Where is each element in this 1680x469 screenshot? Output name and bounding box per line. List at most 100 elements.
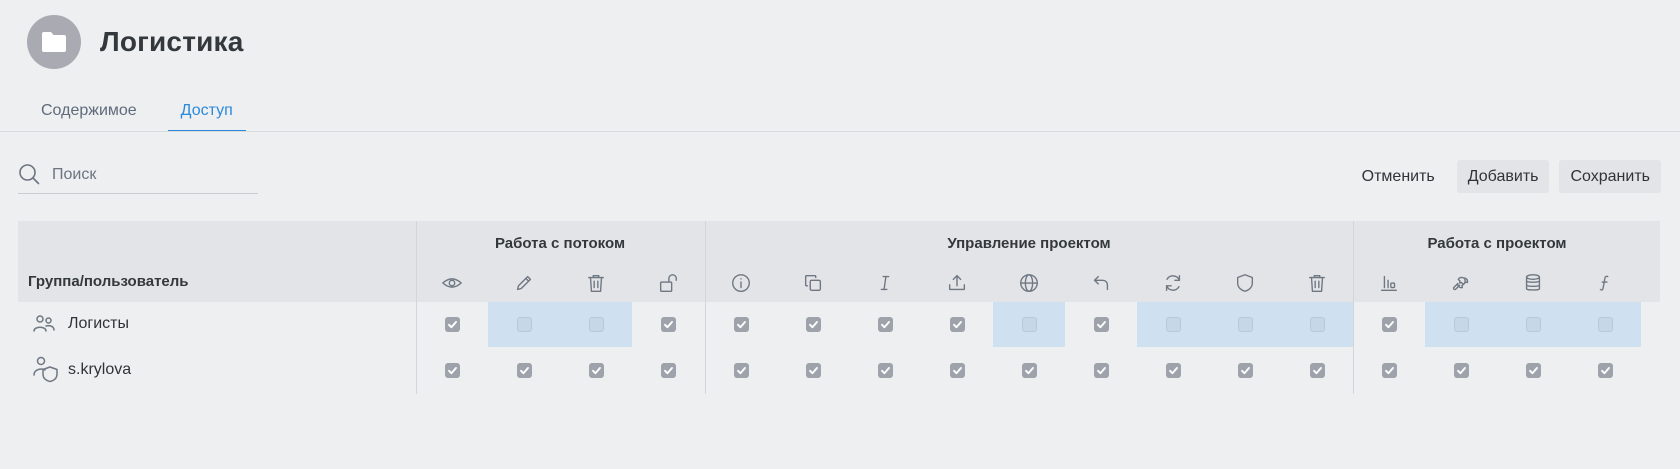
checkbox-checked[interactable] [877,363,893,378]
permission-column-header [849,273,921,297]
tabs-divider [0,131,1680,132]
permission-cell [1065,348,1137,393]
permission-cell [560,348,632,393]
user-column-header: Группа/пользователь [28,273,189,290]
checkbox-unchecked[interactable] [1453,317,1469,332]
permission-cell [1137,348,1209,393]
checkbox-checked[interactable] [1309,363,1325,378]
checkbox-unchecked[interactable] [1597,317,1613,332]
checkbox-unchecked[interactable] [1237,317,1253,332]
permission-cell [705,348,777,393]
permission-cell [705,302,777,347]
checkbox-checked[interactable] [444,317,460,332]
permission-column-header [705,273,777,297]
group-title: Работа с проектом [1427,235,1567,252]
italic-icon [874,272,896,299]
permission-cell [993,302,1065,347]
checkbox-checked[interactable] [1237,363,1253,378]
add-button[interactable]: Добавить [1456,160,1550,193]
permission-cell [1497,302,1569,347]
checkbox-unchecked[interactable] [1165,317,1181,332]
permission-column-header [416,273,488,297]
permission-cell [560,302,632,347]
checkbox-checked[interactable] [949,363,965,378]
permission-cell [1425,302,1497,347]
cancel-button[interactable]: Отменить [1350,160,1447,193]
permission-cell [777,348,849,393]
checkbox-checked[interactable] [660,363,676,378]
shield-icon [1234,272,1256,299]
permission-cell [1281,348,1353,393]
permission-column-header [993,273,1065,297]
action-buttons: Отменить Добавить Сохранить [1350,160,1661,193]
checkbox-unchecked[interactable] [1021,317,1037,332]
checkbox-checked[interactable] [660,317,676,332]
checkbox-checked[interactable] [588,363,604,378]
permission-cell [1353,348,1425,393]
checkbox-checked[interactable] [1381,317,1397,332]
permission-column-header [560,273,632,297]
checkbox-checked[interactable] [805,317,821,332]
search-input[interactable] [52,163,242,184]
checkbox-unchecked[interactable] [1309,317,1325,332]
permission-cell [416,302,488,347]
permissions-table: Группа/пользователь Работа с потоком Упра… [18,221,1660,394]
checkbox-checked[interactable] [444,363,460,378]
copy-icon [802,272,824,299]
group-users-icon [32,312,56,341]
permission-cell [488,348,560,393]
checkbox-checked[interactable] [949,317,965,332]
group-title: Управление проектом [947,235,1111,252]
permission-column-header [632,273,704,297]
checkbox-checked[interactable] [1453,363,1469,378]
row-name: s.krylova [68,361,132,378]
checkbox-checked[interactable] [1381,363,1397,378]
checkbox-checked[interactable] [516,363,532,378]
checkbox-checked[interactable] [733,363,749,378]
page-title: Логистика [100,26,244,57]
permission-cell [993,348,1065,393]
search-icon [18,163,40,190]
permission-cell [1065,302,1137,347]
tab-access[interactable]: Доступ [167,92,246,132]
checkbox-checked[interactable] [1597,363,1613,378]
database-icon [1522,272,1544,299]
pencil-icon [513,272,535,299]
permission-column-header [1569,273,1641,297]
search-box [18,163,258,194]
undo-icon [1090,272,1112,299]
permission-column-header [1425,273,1497,297]
user-shield-icon [32,355,60,388]
checkbox-checked[interactable] [1165,363,1181,378]
checkbox-checked[interactable] [877,317,893,332]
checkbox-unchecked[interactable] [1525,317,1541,332]
permission-column-header [1353,273,1425,297]
permission-column-header [777,273,849,297]
save-button[interactable]: Сохранить [1559,160,1661,193]
checkbox-checked[interactable] [805,363,821,378]
permission-cell [849,302,921,347]
permission-cell [1209,348,1281,393]
eye-icon [441,272,463,299]
checkbox-checked[interactable] [1021,363,1037,378]
function-icon [1594,272,1616,299]
permission-cell [921,348,993,393]
checkbox-unchecked[interactable] [588,317,604,332]
tab-content[interactable]: Содержимое [25,92,152,132]
checkbox-checked[interactable] [1525,363,1541,378]
unlock-icon [657,272,679,299]
permission-cell [632,302,704,347]
permission-cell [416,348,488,393]
checkbox-checked[interactable] [1093,363,1109,378]
upload-icon [946,272,968,299]
permission-cell [921,302,993,347]
info-icon [730,272,752,299]
checkbox-checked[interactable] [1093,317,1109,332]
permission-cell [777,302,849,347]
checkbox-unchecked[interactable] [516,317,532,332]
permission-cell [1281,302,1353,347]
checkbox-checked[interactable] [733,317,749,332]
bar-chart-icon [1378,272,1400,299]
globe-icon [1018,272,1040,299]
folder-icon [27,15,81,69]
